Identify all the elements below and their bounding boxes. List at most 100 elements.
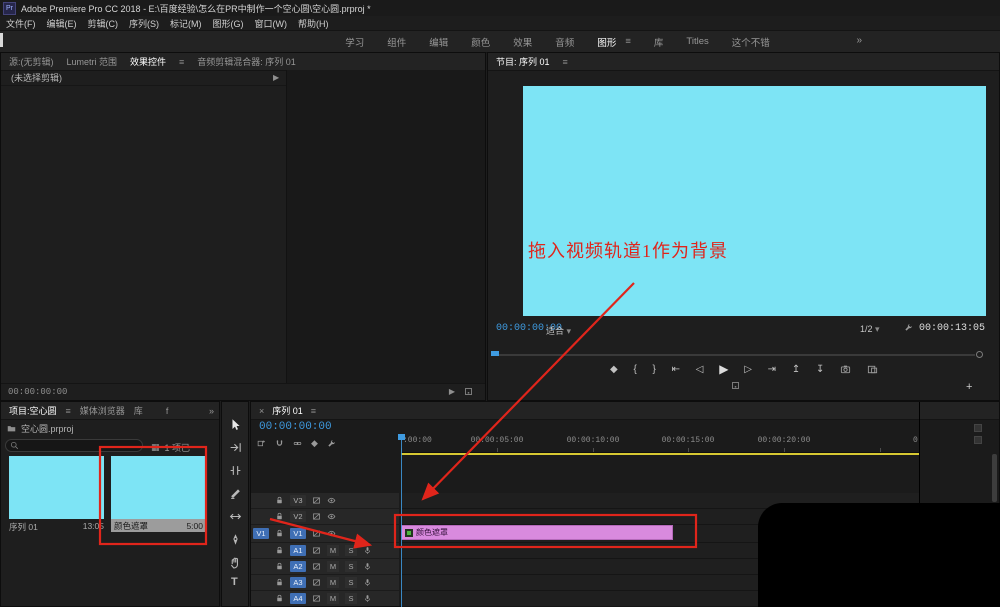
timeline-clip-colormatte[interactable]: 颜色遮罩 <box>401 525 673 540</box>
grid-view-icon[interactable]: ▦ <box>151 442 160 453</box>
export-frame-button[interactable] <box>840 364 851 375</box>
tab-media-browser[interactable]: 媒体浏览器 <box>80 404 125 417</box>
source-patch-slot[interactable] <box>253 577 269 588</box>
project-item-colormatte-thumbnail[interactable] <box>111 456 206 519</box>
voiceover-mic-icon[interactable] <box>363 594 372 603</box>
tab-effect-controls[interactable]: 效果控件 <box>130 55 166 68</box>
voiceover-mic-icon[interactable] <box>363 546 372 555</box>
timeline-playhead-head[interactable] <box>398 434 405 440</box>
mute-button[interactable]: M <box>327 561 339 572</box>
tab-source-monitor[interactable]: 源:(无剪辑) <box>9 55 54 68</box>
track-badge-v1[interactable]: V1 <box>290 528 306 539</box>
lift-button[interactable]: ↥ <box>792 364 800 375</box>
lock-icon[interactable] <box>275 512 284 521</box>
workspace-editing[interactable]: 编辑 <box>429 35 448 49</box>
timeline-view-gadget[interactable] <box>974 436 982 444</box>
track-output-eye-icon[interactable] <box>327 529 336 538</box>
panel-menu-icon[interactable]: ≡ <box>563 57 568 67</box>
timeline-playhead[interactable] <box>401 434 402 607</box>
menu-edit[interactable]: 编辑(E) <box>47 17 77 30</box>
timeline-view-gadget[interactable] <box>974 424 982 432</box>
sync-lock-icon[interactable] <box>312 512 321 521</box>
sync-lock-icon[interactable] <box>312 578 321 587</box>
solo-button[interactable]: S <box>345 577 357 588</box>
lock-icon[interactable] <box>275 496 284 505</box>
lock-icon[interactable] <box>275 562 284 571</box>
program-scrubber[interactable] <box>491 351 983 359</box>
track-badge-a2[interactable]: A2 <box>290 561 306 572</box>
workspace-audio[interactable]: 音频 <box>555 35 574 49</box>
source-patch-slot[interactable] <box>253 593 269 604</box>
project-item-sequence-thumbnail[interactable] <box>9 456 104 519</box>
tab-lumetri-scopes[interactable]: Lumetri 范围 <box>67 55 118 68</box>
tab-sequence[interactable]: 序列 01 <box>272 404 303 417</box>
compare-view-button[interactable] <box>867 364 878 375</box>
settings-wrench-icon[interactable] <box>904 323 913 332</box>
menu-window[interactable]: 窗口(W) <box>255 17 288 30</box>
workspace-graphics[interactable]: 图形 <box>597 35 616 49</box>
button-editor-settings-icon[interactable] <box>731 381 740 390</box>
menu-sequence[interactable]: 序列(S) <box>129 17 159 30</box>
tab-project[interactable]: 项目:空心圆 <box>9 404 57 417</box>
voiceover-mic-icon[interactable] <box>363 578 372 587</box>
slip-tool-icon[interactable] <box>229 510 242 523</box>
tab-clipped[interactable]: f <box>166 406 169 416</box>
workspace-learn[interactable]: 学习 <box>345 35 364 49</box>
menu-help[interactable]: 帮助(H) <box>298 17 329 30</box>
timeline-ruler[interactable]: :00:00 00:00:05:00 00:00:10:00 00:00:15:… <box>401 434 919 453</box>
workspace-libraries[interactable]: 库 <box>654 35 664 49</box>
snap-magnet-icon[interactable] <box>275 439 284 448</box>
source-patch-v1[interactable]: V1 <box>253 528 269 539</box>
menu-graphics[interactable]: 图形(G) <box>213 17 244 30</box>
playback-resolution-dropdown[interactable]: 1/2 ▾ <box>860 324 880 335</box>
menu-file[interactable]: 文件(F) <box>6 17 36 30</box>
workspace-color[interactable]: 颜色 <box>471 35 490 49</box>
tab-overflow-icon[interactable]: » <box>209 406 214 416</box>
mark-out-button[interactable]: } <box>653 364 656 375</box>
track-badge-v3[interactable]: V3 <box>290 495 306 506</box>
play-button[interactable]: ▶ <box>719 362 728 376</box>
lock-icon[interactable] <box>275 594 284 603</box>
step-forward-button[interactable]: ▷ <box>744 364 752 375</box>
mute-button[interactable]: M <box>327 577 339 588</box>
sync-lock-icon[interactable] <box>312 562 321 571</box>
tab-libraries[interactable]: 库 <box>134 404 143 417</box>
lock-icon[interactable] <box>275 546 284 555</box>
lock-icon[interactable] <box>275 578 284 587</box>
timeline-vertical-scrollbar[interactable] <box>992 454 997 502</box>
add-marker-button[interactable]: ◆ <box>610 364 618 375</box>
workspace-effects[interactable]: 效果 <box>513 35 532 49</box>
add-marker-icon[interactable]: ◆ <box>311 438 318 449</box>
chevron-right-icon[interactable]: ▶ <box>273 73 279 82</box>
tab-program-monitor[interactable]: 节目: 序列 01 <box>496 55 550 68</box>
scrubber-playhead[interactable] <box>491 351 499 356</box>
scrubber-track[interactable] <box>491 354 975 356</box>
track-output-eye-icon[interactable] <box>327 512 336 521</box>
nest-insert-icon[interactable] <box>257 439 266 448</box>
zoom-fit-dropdown[interactable]: 适合 ▾ <box>546 324 571 337</box>
ripple-edit-tool-icon[interactable] <box>229 464 242 477</box>
timeline-settings-wrench-icon[interactable] <box>327 439 336 448</box>
hand-tool-icon[interactable] <box>229 556 242 569</box>
mute-button[interactable]: M <box>327 545 339 556</box>
sync-lock-icon[interactable] <box>312 546 321 555</box>
selection-tool-icon[interactable] <box>229 418 242 431</box>
linked-selection-icon[interactable] <box>293 439 302 448</box>
mark-in-button[interactable]: { <box>633 364 636 375</box>
play-indicator-icon[interactable]: ▶ <box>449 387 455 396</box>
source-patch-slot[interactable] <box>253 561 269 572</box>
lock-icon[interactable] <box>275 529 284 538</box>
sync-lock-icon[interactable] <box>312 594 321 603</box>
razor-tool-icon[interactable] <box>229 487 242 500</box>
workspace-menu-icon[interactable]: ≡ <box>625 36 631 47</box>
voiceover-mic-icon[interactable] <box>363 562 372 571</box>
close-icon[interactable]: × <box>259 406 264 416</box>
button-editor-plus-icon[interactable]: + <box>966 381 972 393</box>
pen-tool-icon[interactable] <box>229 533 242 546</box>
workspace-custom[interactable]: 这个不错 <box>732 35 770 49</box>
solo-button[interactable]: S <box>345 593 357 604</box>
solo-button[interactable]: S <box>345 545 357 556</box>
source-patch-slot[interactable] <box>253 495 269 506</box>
search-input[interactable] <box>5 439 143 452</box>
track-select-forward-tool-icon[interactable] <box>229 441 242 454</box>
